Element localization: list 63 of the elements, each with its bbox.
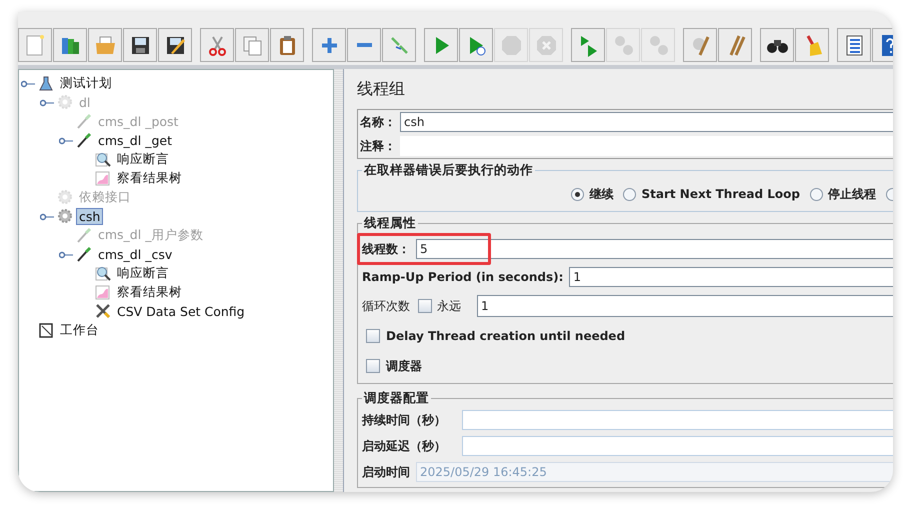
field-label: 持续时间（秒） (362, 412, 446, 428)
radio-label: 停止线程 (828, 186, 876, 202)
loops-field[interactable]: 1 (477, 295, 893, 317)
field-label: 注释： (360, 138, 396, 154)
pipette-icon (76, 246, 92, 263)
comment-field[interactable] (400, 136, 893, 156)
gear-icon (57, 94, 73, 111)
group-title: 在取样器错误后要执行的动作 (362, 162, 534, 179)
tree-node[interactable]: 测试计划 (57, 74, 115, 93)
checkbox-label: Delay Thread creation until needed (386, 329, 626, 343)
checkbox-label: 永远 (437, 298, 461, 314)
tree-node[interactable]: csh (76, 208, 104, 225)
field-label: 循环次数 (362, 298, 410, 314)
gear-icon (57, 208, 73, 225)
field-label: Ramp-Up Period (in seconds): (362, 270, 564, 284)
magnifier-icon (95, 151, 111, 168)
tree-handle-icon[interactable] (59, 250, 73, 260)
toolbar-button[interactable] (158, 28, 192, 62)
tree-handle-icon[interactable] (59, 136, 73, 146)
pipette-icon (76, 113, 92, 130)
pipette-icon (76, 227, 92, 244)
checkbox[interactable] (366, 359, 380, 373)
wrench-icon (95, 303, 111, 320)
tree-handle-icon[interactable] (40, 212, 54, 222)
field-label: 线程数： (362, 240, 410, 258)
group-title: 调度器配置 (362, 390, 430, 407)
radio-label: Start Next Thread Loop (641, 187, 800, 201)
magnifier-icon (95, 265, 111, 282)
pipette-icon (76, 132, 92, 149)
panel-title: 线程组 (357, 79, 406, 100)
splitter-bar[interactable] (334, 69, 344, 492)
radio-button[interactable] (623, 188, 636, 200)
flask-icon (38, 75, 54, 92)
tree-node[interactable]: cms_dl _csv (95, 246, 176, 263)
minus-icon (356, 43, 372, 47)
tree-node[interactable]: 响应断言 (114, 264, 172, 283)
tree-handle-icon[interactable] (21, 78, 35, 88)
field-label: 名称： (360, 114, 396, 130)
checkbox[interactable] (418, 299, 432, 313)
tree-node[interactable]: 察看结果树 (114, 283, 185, 302)
checkbox[interactable] (366, 329, 380, 343)
ramp-up-field[interactable]: 1 (569, 267, 893, 287)
text-field[interactable] (462, 436, 893, 456)
radio-button[interactable] (810, 188, 823, 200)
text-field[interactable] (462, 410, 893, 430)
tree-handle-icon[interactable] (40, 98, 54, 108)
radio-label: 继续 (589, 186, 614, 202)
checkbox-label: 调度器 (386, 358, 422, 374)
field-label: 启动延迟（秒） (362, 438, 446, 454)
chart-icon (95, 284, 111, 301)
tree-node[interactable]: 工作台 (57, 321, 102, 340)
toolbar-button[interactable] (123, 28, 157, 62)
group-title: 线程属性 (362, 215, 417, 232)
name-field[interactable]: csh (400, 112, 893, 132)
chart-icon (95, 170, 111, 187)
radio-button[interactable] (571, 188, 584, 200)
threads-field[interactable]: 5 (416, 239, 893, 259)
field-label: 启动时间 (362, 464, 410, 480)
tree-node[interactable]: CSV Data Set Config (114, 303, 248, 320)
gear-icon (57, 189, 73, 206)
toolbar-button[interactable] (760, 28, 794, 62)
notepad-icon (38, 322, 54, 339)
toolbar-button[interactable] (837, 28, 871, 62)
